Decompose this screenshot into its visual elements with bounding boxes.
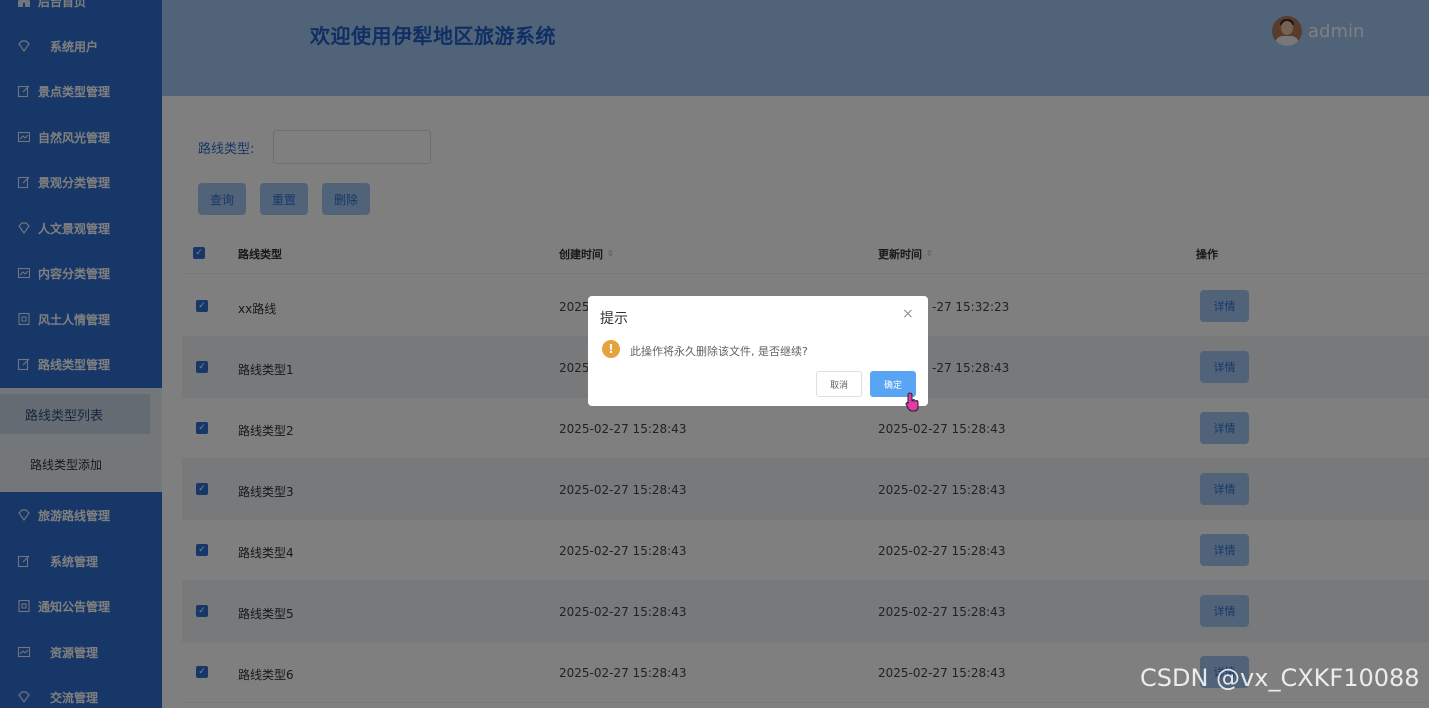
warning-icon: !: [602, 340, 620, 358]
watermark: CSDN @vx_CXKF10088: [1140, 664, 1420, 692]
confirm-dialog: 提示 × ! 此操作将永久删除该文件, 是否继续? 取消 确定: [588, 296, 928, 406]
dialog-message: 此操作将永久删除该文件, 是否继续?: [630, 345, 808, 358]
app: 后台首页 系统用户 景点类型管理 自然风光管理 景观分类管理: [0, 0, 1429, 708]
hand-cursor-icon: [905, 392, 919, 412]
dialog-title: 提示: [600, 311, 628, 327]
close-icon[interactable]: ×: [902, 306, 914, 322]
cancel-button[interactable]: 取消: [816, 371, 862, 397]
